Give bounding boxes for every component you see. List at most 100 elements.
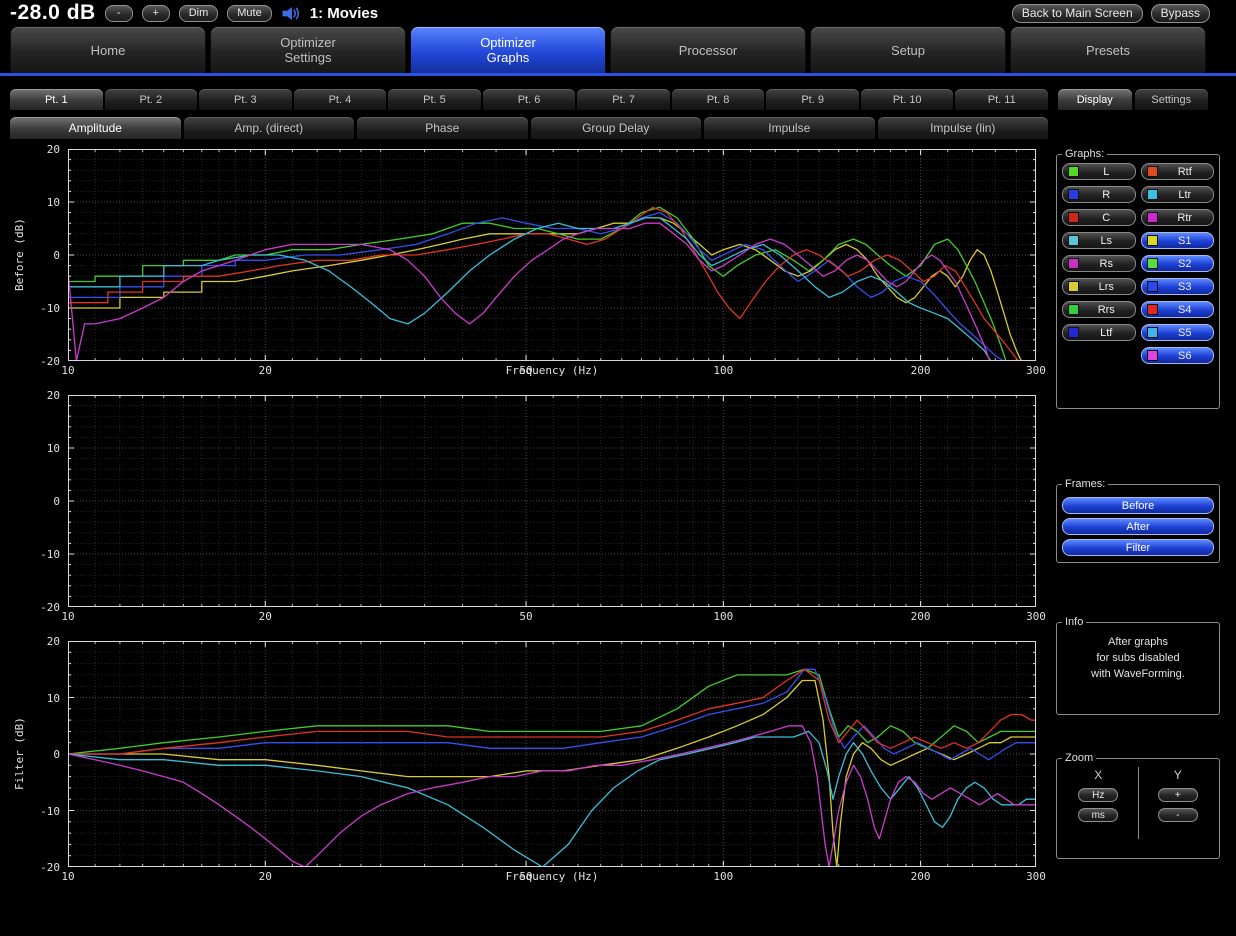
tab-display[interactable]: Display	[1058, 89, 1132, 110]
frame-before-button[interactable]: Before	[1062, 497, 1214, 514]
tab-amplitude[interactable]: Amplitude	[10, 117, 181, 139]
tab-pt-9[interactable]: Pt. 9	[766, 89, 859, 110]
tab-group-delay[interactable]: Group Delay	[531, 117, 702, 139]
back-to-main-screen-button[interactable]: Back to Main Screen	[1012, 4, 1143, 23]
channel-button-s5[interactable]: S5	[1141, 324, 1215, 341]
tab-processor[interactable]: Processor	[610, 26, 806, 73]
tab-pt-5[interactable]: Pt. 5	[388, 89, 481, 110]
x-tick-label: 300	[1026, 610, 1046, 623]
channel-color-swatch	[1068, 166, 1079, 177]
channel-button-s1[interactable]: S1	[1141, 232, 1215, 249]
channel-label: Ltr	[1162, 189, 1209, 201]
tab-amp-direct[interactable]: Amp. (direct)	[184, 117, 355, 139]
tab-impulse[interactable]: Impulse	[704, 117, 875, 139]
channel-color-swatch	[1147, 212, 1158, 223]
channel-label: S6	[1162, 350, 1209, 362]
channel-color-swatch	[1068, 304, 1079, 315]
y-tick-label: 10	[10, 692, 60, 705]
volume-down-button[interactable]: -	[105, 5, 133, 22]
y-tick-label: 0	[10, 249, 60, 262]
before-plot[interactable]	[68, 149, 1036, 361]
tab-setup[interactable]: Setup	[810, 26, 1006, 73]
channel-button-ltr[interactable]: Ltr	[1141, 186, 1215, 203]
channel-label: S2	[1162, 258, 1209, 270]
y-tick-label: 0	[10, 748, 60, 761]
tab-pt-11[interactable]: Pt. 11	[955, 89, 1048, 110]
tab-home[interactable]: Home	[10, 26, 206, 73]
info-text: After graphs for subs disabled with Wave…	[1062, 635, 1214, 683]
y-tick-label: 10	[10, 196, 60, 209]
frame-after-button[interactable]: After	[1062, 518, 1214, 535]
channel-color-swatch	[1147, 189, 1158, 200]
tab-phase[interactable]: Phase	[357, 117, 528, 139]
top-bar: -28.0 dB - + Dim Mute 1: Movies Back to …	[0, 0, 1236, 26]
channel-button-r[interactable]: R	[1062, 186, 1136, 203]
tab-presets[interactable]: Presets	[1010, 26, 1206, 73]
channel-button-ltf[interactable]: Ltf	[1062, 324, 1136, 341]
channel-button-s3[interactable]: S3	[1141, 278, 1215, 295]
channel-button-l[interactable]: L	[1062, 163, 1136, 180]
current-preset-label: 1: Movies	[310, 5, 378, 22]
zoom-y-in-button[interactable]: +	[1158, 788, 1198, 802]
channel-label: Rtf	[1162, 166, 1209, 178]
zoom-x-ms-button[interactable]: ms	[1078, 808, 1118, 822]
measurement-point-tabs: Pt. 1 Pt. 2 Pt. 3 Pt. 4 Pt. 5 Pt. 6 Pt. …	[10, 89, 1048, 110]
after-plot[interactable]	[68, 395, 1036, 607]
tab-impulse-lin[interactable]: Impulse (lin)	[878, 117, 1049, 139]
tab-pt-10[interactable]: Pt. 10	[861, 89, 954, 110]
x-tick-label: 20	[259, 870, 272, 883]
channel-label: L	[1083, 166, 1130, 178]
channel-button-rrs[interactable]: Rrs	[1062, 301, 1136, 318]
channel-color-swatch	[1147, 166, 1158, 177]
x-axis-title: Frequency (Hz)	[506, 870, 599, 883]
mute-button[interactable]: Mute	[227, 5, 271, 22]
tab-pt-4[interactable]: Pt. 4	[294, 89, 387, 110]
volume-up-button[interactable]: +	[142, 5, 170, 22]
dim-button[interactable]: Dim	[179, 5, 219, 22]
tab-pt-2[interactable]: Pt. 2	[105, 89, 198, 110]
channel-button-rtr[interactable]: Rtr	[1141, 209, 1215, 226]
x-tick-label: 300	[1026, 364, 1046, 377]
channel-color-swatch	[1068, 235, 1079, 246]
tab-pt-7[interactable]: Pt. 7	[577, 89, 670, 110]
tab-pt-3[interactable]: Pt. 3	[199, 89, 292, 110]
filter-graph-panel: Filter (dB) 10205010020030020100-10-20Fr…	[10, 637, 1046, 889]
before-graph-panel: Before (dB) 10205010020030020100-10-20Fr…	[10, 145, 1046, 383]
y-tick-label: -10	[10, 548, 60, 561]
bypass-button[interactable]: Bypass	[1151, 4, 1210, 23]
tab-pt-1[interactable]: Pt. 1	[10, 89, 103, 110]
zoom-x-hz-button[interactable]: Hz	[1078, 788, 1118, 802]
tab-optimizer-graphs[interactable]: Optimizer Graphs	[410, 26, 606, 73]
zoom-y-column: Y + -	[1142, 767, 1215, 839]
frame-filter-button[interactable]: Filter	[1062, 539, 1214, 556]
x-tick-label: 50	[519, 610, 532, 623]
filter-plot[interactable]	[68, 641, 1036, 867]
channel-column-right: Rtf Ltr Rtr S1 S2 S3 S4 S5 S6	[1141, 163, 1215, 364]
tab-settings[interactable]: Settings	[1135, 89, 1209, 110]
x-axis-title: Frequency (Hz)	[506, 364, 599, 377]
channel-button-s2[interactable]: S2	[1141, 255, 1215, 272]
channel-button-ls[interactable]: Ls	[1062, 232, 1136, 249]
channel-label: Lrs	[1083, 281, 1130, 293]
channel-label: S1	[1162, 235, 1209, 247]
channel-button-c[interactable]: C	[1062, 209, 1136, 226]
tab-pt-6[interactable]: Pt. 6	[483, 89, 576, 110]
channel-label: Rs	[1083, 258, 1130, 270]
channel-label: S4	[1162, 304, 1209, 316]
frames-fieldset: Frames: Before After Filter	[1056, 478, 1220, 563]
channel-button-s4[interactable]: S4	[1141, 301, 1215, 318]
tab-pt-8[interactable]: Pt. 8	[672, 89, 765, 110]
speaker-icon[interactable]	[281, 6, 301, 21]
zoom-y-out-button[interactable]: -	[1158, 808, 1198, 822]
channel-color-swatch	[1068, 212, 1079, 223]
before-plot-canvas	[68, 149, 1036, 361]
channel-button-rs[interactable]: Rs	[1062, 255, 1136, 272]
channel-button-lrs[interactable]: Lrs	[1062, 278, 1136, 295]
x-tick-label: 100	[713, 870, 733, 883]
x-tick-label: 20	[259, 610, 272, 623]
tab-optimizer-settings[interactable]: Optimizer Settings	[210, 26, 406, 73]
channel-color-swatch	[1068, 281, 1079, 292]
channel-button-s6[interactable]: S6	[1141, 347, 1215, 364]
x-tick-label: 10	[61, 610, 74, 623]
channel-button-rtf[interactable]: Rtf	[1141, 163, 1215, 180]
